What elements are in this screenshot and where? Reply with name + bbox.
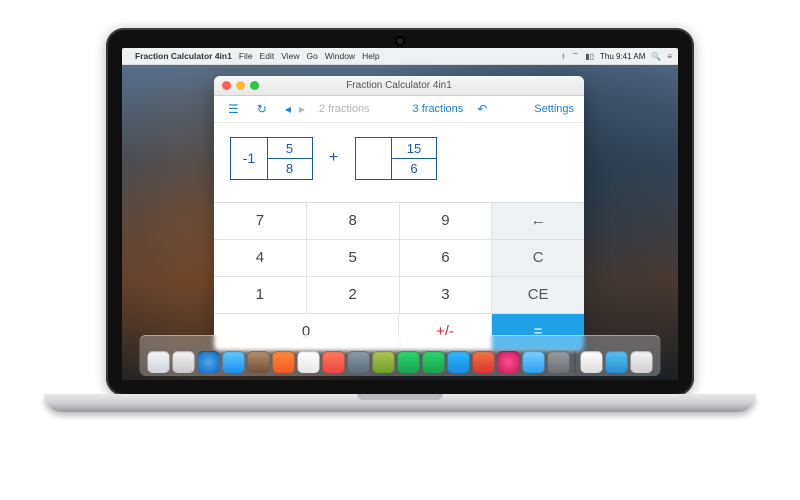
operator-button[interactable]: + (325, 149, 343, 167)
laptop-mockup: Fraction Calculator 4in1 File Edit View … (106, 28, 694, 428)
whole-input-2[interactable] (355, 137, 393, 180)
wifi-icon[interactable]: ⌔ (572, 51, 580, 61)
key-6[interactable]: 6 (400, 240, 493, 277)
menu-window[interactable]: Window (325, 51, 355, 61)
menubar-time[interactable]: Thu 9:41 AM (600, 52, 645, 61)
laptop-notch (357, 394, 443, 400)
key-3[interactable]: 3 (400, 277, 493, 314)
battery-icon[interactable]: ▮▯ (585, 52, 594, 61)
dock-item[interactable] (273, 351, 295, 373)
prev-arrow-icon[interactable]: ◂ (281, 102, 295, 116)
dock-item[interactable] (198, 351, 220, 373)
dock-item[interactable] (473, 351, 495, 373)
dock-item[interactable] (606, 351, 628, 373)
bluetooth-icon[interactable]: ᚼ (561, 52, 566, 61)
key-8[interactable]: 8 (307, 203, 400, 240)
key-9[interactable]: 9 (400, 203, 493, 240)
denominator-input-2[interactable]: 6 (391, 158, 437, 180)
app-window: Fraction Calculator 4in1 ☰ ↻ ◂ ▸ 2 fract… (214, 76, 584, 351)
numerator-input-2[interactable]: 15 (391, 137, 437, 159)
menubar: Fraction Calculator 4in1 File Edit View … (122, 48, 678, 65)
laptop-bezel: Fraction Calculator 4in1 File Edit View … (106, 28, 694, 396)
whole-input-1[interactable]: -1 (230, 137, 268, 180)
dock-separator (575, 351, 576, 373)
menu-edit[interactable]: Edit (260, 51, 275, 61)
spotlight-icon[interactable]: 🔍 (651, 52, 661, 61)
three-fractions-toggle[interactable]: 3 fractions (413, 103, 464, 115)
dock-item[interactable] (423, 351, 445, 373)
next-arrow-icon[interactable]: ▸ (295, 102, 309, 116)
dock-item[interactable] (548, 351, 570, 373)
menu-help[interactable]: Help (362, 51, 379, 61)
dock-item[interactable] (448, 351, 470, 373)
undo-icon[interactable]: ↶ (473, 102, 491, 116)
close-button[interactable] (222, 81, 231, 90)
app-menu[interactable]: Fraction Calculator 4in1 (135, 51, 232, 61)
window-title: Fraction Calculator 4in1 (346, 80, 452, 91)
dock-item[interactable] (248, 351, 270, 373)
key-2[interactable]: 2 (307, 277, 400, 314)
menu-go[interactable]: Go (306, 51, 317, 61)
dock-item[interactable] (223, 351, 245, 373)
menu-view[interactable]: View (281, 51, 299, 61)
reload-icon[interactable]: ↻ (253, 102, 271, 116)
key-4[interactable]: 4 (214, 240, 307, 277)
dock-item[interactable] (173, 351, 195, 373)
key-1[interactable]: 1 (214, 277, 307, 314)
dock-item[interactable] (581, 351, 603, 373)
camera-dot (397, 38, 403, 44)
dock-trash-icon[interactable] (631, 351, 653, 373)
fraction-term-2: 15 6 (355, 137, 438, 180)
zoom-button[interactable] (250, 81, 259, 90)
dock-item[interactable] (323, 351, 345, 373)
fraction-term-1: -1 5 8 (230, 137, 313, 180)
dock (140, 335, 661, 376)
key-5[interactable]: 5 (307, 240, 400, 277)
key-ce[interactable]: CE (492, 277, 584, 314)
two-fractions-toggle[interactable]: 2 fractions (319, 103, 370, 115)
titlebar[interactable]: Fraction Calculator 4in1 (214, 76, 584, 96)
toolbar: ☰ ↻ ◂ ▸ 2 fractions 3 fractions ↶ Settin… (214, 96, 584, 123)
key-backspace[interactable]: ← (492, 203, 584, 240)
fraction-display: -1 5 8 + 15 6 (214, 123, 584, 202)
denominator-input-1[interactable]: 8 (267, 158, 313, 180)
key-7[interactable]: 7 (214, 203, 307, 240)
menu-icon[interactable]: ☰ (224, 102, 243, 116)
numerator-input-1[interactable]: 5 (267, 137, 313, 159)
dock-item[interactable] (523, 351, 545, 373)
dock-item[interactable] (148, 351, 170, 373)
dock-item[interactable] (373, 351, 395, 373)
settings-link[interactable]: Settings (534, 103, 574, 115)
dock-item[interactable] (298, 351, 320, 373)
dock-item[interactable] (348, 351, 370, 373)
menu-file[interactable]: File (239, 51, 253, 61)
keypad: 7 8 9 ← 4 5 6 C 1 2 3 CE (214, 202, 584, 351)
laptop-base (44, 394, 756, 412)
minimize-button[interactable] (236, 81, 245, 90)
desktop-screen: Fraction Calculator 4in1 File Edit View … (122, 48, 678, 380)
dock-item[interactable] (498, 351, 520, 373)
key-clear[interactable]: C (492, 240, 584, 277)
dock-item[interactable] (398, 351, 420, 373)
notification-center-icon[interactable]: ≡ (667, 52, 672, 61)
